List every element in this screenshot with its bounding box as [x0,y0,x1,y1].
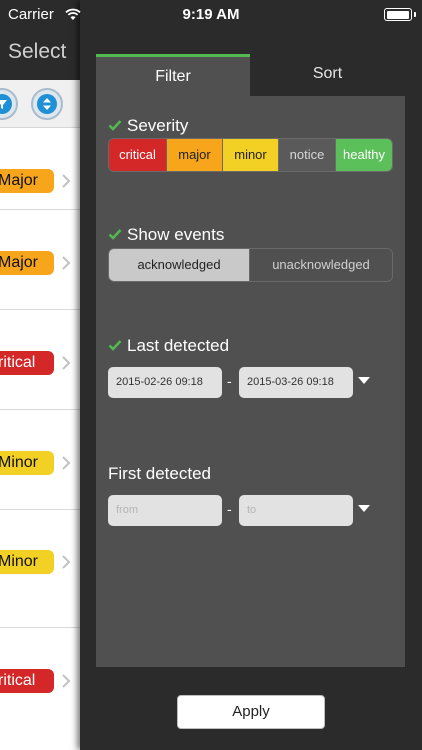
first-detected-to-field[interactable]: to [239,495,353,526]
acknowledged-toggle[interactable]: acknowledged [109,249,250,281]
last-detected-section-title[interactable]: Last detected [108,336,229,356]
bottom-bar: Apply [80,667,422,750]
list-item[interactable]: Minor [0,510,80,628]
list-item[interactable]: Major [0,128,80,210]
last-detected-title: Last detected [127,336,230,355]
battery-icon [384,8,416,21]
last-detected-to-field[interactable]: 2015-03-26 09:18 [239,367,353,398]
first-detected-from-field[interactable]: from [108,495,222,526]
unacknowledged-toggle[interactable]: unacknowledged [250,249,392,281]
sort-icon [43,98,51,110]
filter-icon [0,100,7,109]
chevron-right-icon [62,456,71,470]
severity-critical-toggle[interactable]: critical [109,139,167,171]
show-events-title: Show events [127,225,225,244]
check-icon [108,120,122,131]
list-item[interactable]: ritical [0,310,80,410]
tab-sort[interactable]: Sort [250,54,405,96]
chevron-right-icon [62,674,71,688]
first-detected-title[interactable]: First detected [108,464,211,484]
apply-button[interactable]: Apply [177,695,325,729]
tab-filter[interactable]: Filter [96,54,250,96]
list-item[interactable]: Major [0,210,80,310]
severity-major-toggle[interactable]: major [167,139,223,171]
clock: 9:19 AM [182,6,240,23]
caret-down-icon[interactable] [358,505,370,513]
severity-badge: Major [0,251,54,275]
list-toolbar [0,80,80,128]
chevron-right-icon [62,555,71,569]
list-item[interactable]: Minor [0,410,80,510]
severity-badge: Minor [0,451,54,475]
severity-badge: Major [0,169,54,193]
chevron-right-icon [62,174,71,188]
severity-badge: ritical [0,669,54,693]
select-button[interactable]: Select [8,40,66,64]
severity-healthy-toggle[interactable]: healthy [336,139,392,171]
check-icon [108,340,122,351]
list-item[interactable]: ritical [0,628,80,750]
severity-badge: Minor [0,550,54,574]
status-bar: Carrier 9:19 AM [0,0,422,30]
date-range-separator: - [227,373,232,389]
show-events-section-title[interactable]: Show events [108,225,224,245]
severity-minor-toggle[interactable]: minor [223,139,279,171]
last-detected-from-field[interactable]: 2015-02-26 09:18 [108,367,222,398]
chevron-right-icon [62,256,71,270]
filter-sort-panel: Filter Sort Severity critical major mino… [80,0,422,750]
chevron-right-icon [62,356,71,370]
show-events-segmented-control: acknowledged unacknowledged [108,248,393,282]
check-icon [108,229,122,240]
severity-notice-toggle[interactable]: notice [279,139,336,171]
date-range-separator: - [227,501,232,517]
event-list-panel: Select Major Major ritical Minor Minor r… [0,0,80,750]
filter-button[interactable] [0,88,18,120]
filter-content: Severity critical major minor notice hea… [96,96,405,667]
severity-title: Severity [127,116,189,135]
sort-button[interactable] [31,88,63,120]
caret-down-icon[interactable] [358,377,370,385]
severity-badge: ritical [0,351,54,375]
severity-section-title[interactable]: Severity [108,116,188,136]
severity-segmented-control: critical major minor notice healthy [108,138,393,172]
